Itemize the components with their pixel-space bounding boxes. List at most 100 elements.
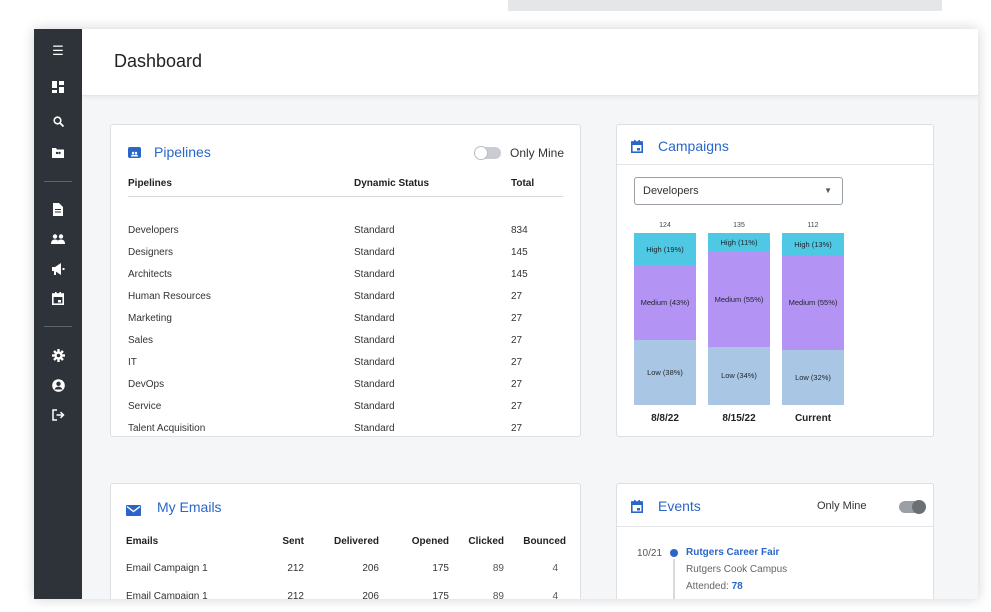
opened-link[interactable]: 175 bbox=[379, 582, 449, 600]
pipeline-link[interactable]: Talent Acquisition bbox=[128, 417, 354, 439]
bar-segment-medium: Medium (43%) bbox=[634, 265, 696, 340]
clicked-cell: 89 bbox=[492, 590, 504, 600]
pipeline-link[interactable]: DevOps bbox=[128, 373, 354, 395]
opened-link[interactable]: 175 bbox=[379, 554, 449, 582]
pipelines-title: Pipelines bbox=[154, 144, 211, 160]
event-location: Rutgers Cook Campus bbox=[686, 564, 788, 575]
pipelines-icon bbox=[128, 147, 141, 158]
page-header: Dashboard bbox=[82, 29, 978, 96]
sidebar-divider bbox=[44, 326, 72, 327]
table-row: Human Resources Standard 27 bbox=[128, 285, 563, 307]
table-row: Email Campaign 1 212 206 175 89 4 bbox=[126, 554, 566, 582]
total-cell: 27 bbox=[511, 378, 523, 390]
total-cell: 27 bbox=[511, 334, 523, 346]
pipeline-link[interactable]: Sales bbox=[128, 329, 354, 351]
status-cell: Standard bbox=[354, 356, 395, 368]
email-campaign-link[interactable]: Email Campaign 1 bbox=[126, 554, 256, 582]
attended-count[interactable]: 78 bbox=[732, 581, 743, 592]
stacked-bar[interactable]: High (13%) Medium (55%) Low (32%) bbox=[782, 233, 844, 405]
total-cell: 27 bbox=[511, 422, 523, 434]
table-row: Marketing Standard 27 bbox=[128, 307, 563, 329]
bar-total-label: 124 bbox=[659, 222, 671, 229]
pipeline-link[interactable]: Service bbox=[128, 395, 354, 417]
pipeline-link[interactable]: Designers bbox=[128, 241, 354, 263]
table-row: Email Campaign 1 212 206 175 89 4 bbox=[126, 582, 566, 600]
stacked-bar[interactable]: High (11%) Medium (55%) Low (34%) bbox=[708, 233, 770, 405]
document-icon[interactable] bbox=[34, 203, 82, 221]
event-date: 10/21 bbox=[637, 548, 663, 559]
table-row: Developers Standard 834 bbox=[128, 219, 563, 241]
table-row: Service Standard 27 bbox=[128, 395, 563, 417]
email-campaign-link[interactable]: Email Campaign 1 bbox=[126, 582, 256, 600]
table-row: Architects Standard 145 bbox=[128, 263, 563, 285]
campaigns-card: Campaigns Developers ▼ 124 High (19%) Medi… bbox=[616, 124, 934, 437]
people-icon[interactable] bbox=[34, 233, 82, 249]
sent-link[interactable]: 212 bbox=[256, 554, 304, 582]
column-header: Emails bbox=[126, 535, 159, 547]
calendar-icon[interactable] bbox=[34, 292, 82, 310]
pipeline-link[interactable]: Architects bbox=[128, 263, 354, 285]
sent-link[interactable]: 212 bbox=[256, 582, 304, 600]
campaign-chart: 124 High (19%) Medium (43%) Low (38%) 8/8/22… bbox=[617, 125, 933, 436]
table-row: IT Standard 27 bbox=[128, 351, 563, 373]
dashboard-icon[interactable] bbox=[34, 81, 82, 98]
bar-segment-medium: Medium (55%) bbox=[782, 255, 844, 350]
mail-icon bbox=[126, 503, 141, 521]
stacked-bar[interactable]: High (19%) Medium (43%) Low (38%) bbox=[634, 233, 696, 405]
status-cell: Standard bbox=[354, 224, 395, 236]
status-cell: Standard bbox=[354, 378, 395, 390]
only-mine-toggle[interactable] bbox=[899, 500, 926, 514]
megaphone-icon[interactable] bbox=[34, 263, 82, 280]
table-header-row: Pipelines Dynamic Status Total bbox=[128, 170, 563, 197]
pipeline-link[interactable]: Developers bbox=[128, 219, 354, 241]
column-header: Total bbox=[511, 170, 563, 197]
emails-title: My Emails bbox=[157, 499, 222, 515]
timeline-line bbox=[673, 559, 675, 599]
column-header: Sent bbox=[282, 535, 304, 547]
total-cell: 145 bbox=[511, 268, 528, 280]
toggle-knob bbox=[474, 146, 488, 160]
total-cell: 27 bbox=[511, 356, 523, 368]
pipeline-link[interactable]: Human Resources bbox=[128, 285, 354, 307]
category-label: Current bbox=[794, 413, 832, 424]
pipelines-card: Pipelines Only Mine Pipelines Dynamic St… bbox=[110, 124, 581, 437]
menu-icon[interactable]: ☰ bbox=[34, 44, 82, 60]
bar-segment-low: Low (38%) bbox=[634, 339, 696, 405]
delivered-link[interactable]: 206 bbox=[304, 582, 379, 600]
search-icon[interactable] bbox=[34, 116, 82, 132]
pipelines-icon[interactable] bbox=[34, 147, 82, 163]
total-cell: 27 bbox=[511, 312, 523, 324]
column-header: Dynamic Status bbox=[354, 170, 511, 197]
only-mine-label: Only Mine bbox=[817, 500, 867, 512]
column-header: Delivered bbox=[333, 535, 379, 547]
pipeline-link[interactable]: Marketing bbox=[128, 307, 354, 329]
total-cell: 834 bbox=[511, 224, 528, 236]
column-header: Pipelines bbox=[128, 170, 354, 197]
pipeline-link[interactable]: IT bbox=[128, 351, 354, 373]
only-mine-toggle[interactable] bbox=[474, 146, 501, 160]
total-cell: 27 bbox=[511, 290, 523, 302]
status-cell: Standard bbox=[354, 290, 395, 302]
column-header: Bounced bbox=[523, 535, 566, 547]
bar-segment-low: Low (32%) bbox=[782, 349, 844, 405]
gear-icon[interactable] bbox=[34, 349, 82, 367]
table-header-row: Emails Sent Delivered Opened Clicked Bou… bbox=[126, 528, 566, 554]
emails-card: My Emails Emails Sent Delivered Opened C… bbox=[110, 483, 581, 599]
column-header: Clicked bbox=[468, 535, 504, 547]
page-title: Dashboard bbox=[114, 51, 203, 71]
sidebar: ☰ bbox=[34, 29, 82, 599]
total-cell: 27 bbox=[511, 400, 523, 412]
bar-segment-medium: Medium (55%) bbox=[708, 251, 770, 347]
account-icon[interactable] bbox=[34, 379, 82, 397]
bar-segment-high: High (11%) bbox=[708, 233, 770, 252]
status-cell: Standard bbox=[354, 268, 395, 280]
status-cell: Standard bbox=[354, 312, 395, 324]
delivered-link[interactable]: 206 bbox=[304, 554, 379, 582]
event-title-link[interactable]: Rutgers Career Fair bbox=[686, 547, 779, 558]
logout-icon[interactable] bbox=[34, 409, 82, 426]
bar-segment-low: Low (34%) bbox=[708, 346, 770, 405]
bar-segment-high: High (19%) bbox=[634, 233, 696, 266]
calendar-icon bbox=[631, 500, 643, 518]
table-row: Designers Standard 145 bbox=[128, 241, 563, 263]
pipelines-table: Pipelines Dynamic Status Total Developer… bbox=[128, 170, 563, 439]
